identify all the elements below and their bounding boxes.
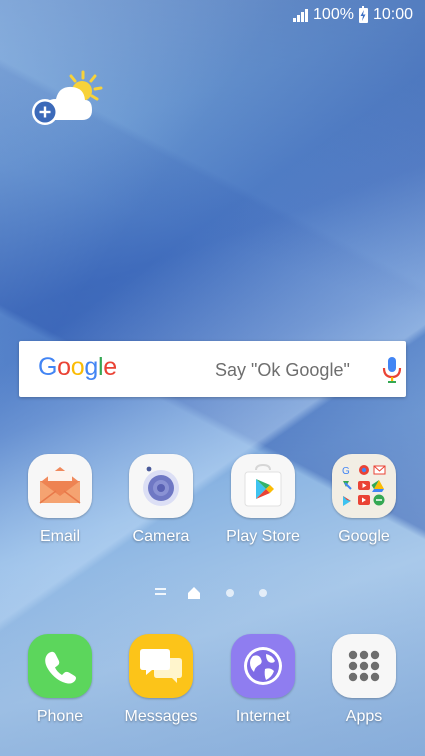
pages-menu-icon[interactable] — [155, 588, 166, 597]
search-hint: Say "Ok Google" — [215, 360, 350, 380]
app-google-folder[interactable]: G Google — [319, 454, 409, 546]
battery-percent: 100% — [313, 6, 354, 23]
phone-icon — [28, 634, 92, 698]
apps-grid-icon — [332, 634, 396, 698]
app-label: Internet — [235, 708, 291, 725]
page-dot[interactable] — [259, 589, 267, 597]
battery-charging-icon — [358, 5, 368, 23]
svg-text:G: G — [342, 466, 350, 477]
home-page-icon[interactable] — [187, 586, 201, 605]
email-icon — [28, 454, 92, 518]
page-dot[interactable] — [226, 589, 234, 597]
google-search-bar[interactable]: Google Say "Ok Google" — [19, 341, 406, 397]
play-store-icon — [231, 454, 295, 518]
dock-messages[interactable]: Messages — [116, 634, 206, 726]
app-label: Apps — [345, 708, 383, 725]
app-email[interactable]: Email — [15, 454, 105, 546]
app-play-store[interactable]: Play Store — [218, 454, 308, 546]
app-label: Phone — [36, 708, 84, 725]
app-label: Google — [338, 528, 390, 545]
app-camera[interactable]: Camera — [116, 454, 206, 546]
messages-icon — [129, 634, 193, 698]
dock-internet[interactable]: Internet — [218, 634, 308, 726]
camera-icon — [129, 454, 193, 518]
dock-phone[interactable]: Phone — [15, 634, 105, 726]
internet-icon — [231, 634, 295, 698]
page-indicator — [0, 586, 425, 600]
microphone-icon[interactable] — [381, 356, 403, 389]
app-label: Play Store — [226, 528, 300, 545]
clock: 10:00 — [372, 6, 413, 23]
google-folder-icon: G — [332, 454, 396, 518]
google-logo: Google — [38, 353, 117, 381]
weather-partly-sunny-add-icon — [32, 70, 103, 125]
weather-widget[interactable] — [30, 68, 106, 130]
app-label: Email — [39, 528, 80, 545]
status-bar: 100% 10:00 — [293, 0, 425, 30]
app-label: Messages — [124, 708, 198, 725]
app-label: Camera — [132, 528, 190, 545]
signal-icon — [293, 8, 309, 22]
dock-apps[interactable]: Apps — [319, 634, 409, 726]
